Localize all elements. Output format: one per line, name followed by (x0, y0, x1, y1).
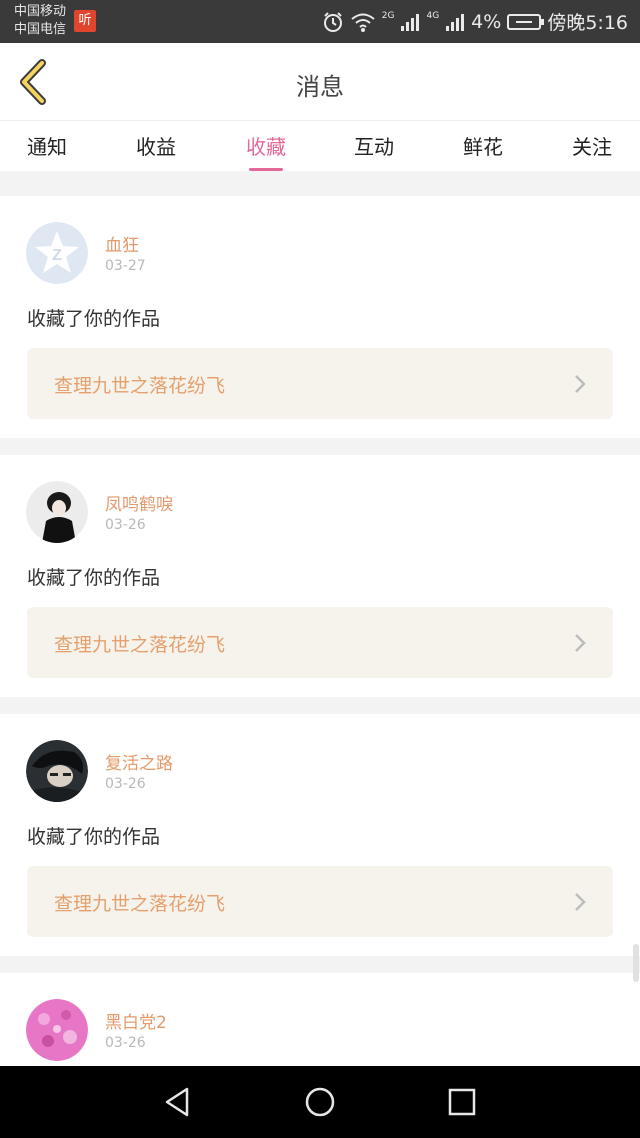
carrier-labels: 中国移动 中国电信 (14, 3, 66, 39)
timestamp: 03-27 (105, 258, 146, 274)
pink-pattern-avatar-icon (26, 999, 88, 1061)
avatar[interactable]: Z (26, 222, 88, 284)
battery-percent: 4% (471, 10, 502, 33)
page-title: 消息 (296, 73, 344, 101)
net-4g-label: 4G (426, 10, 440, 21)
chevron-right-icon (575, 634, 586, 652)
system-nav-bar (0, 1066, 640, 1138)
work-title: 查理九世之落花纷飞 (54, 893, 226, 915)
action-text: 收藏了你的作品 (27, 567, 161, 589)
username[interactable]: 复活之路 (105, 749, 173, 774)
avatar[interactable] (26, 481, 88, 543)
alarm-icon (323, 11, 342, 32)
chevron-right-icon (575, 893, 586, 911)
status-bar: 中国移动 中国电信 听 2G 4G 4% 傍晚5:16 (0, 0, 640, 43)
active-tab-indicator (249, 168, 283, 171)
net-2g-label: 2G (381, 10, 395, 21)
tab-notifications[interactable]: 通知 (7, 131, 87, 160)
clock: 傍晚5:16 (547, 12, 628, 34)
tab-favorites[interactable]: 收藏 (226, 131, 306, 160)
svg-text:Z: Z (52, 247, 62, 264)
nav-back-icon[interactable] (160, 1084, 196, 1120)
work-link[interactable]: 查理九世之落花纷飞 (27, 607, 613, 678)
tab-flowers[interactable]: 鲜花 (443, 131, 523, 160)
tab-earnings[interactable]: 收益 (116, 131, 196, 160)
battery-icon (507, 13, 545, 30)
list-item: Z 血狂 03-27 收藏了你的作品 查理九世之落花纷飞 (0, 196, 640, 438)
carrier-1: 中国移动 (14, 4, 67, 19)
action-text: 收藏了你的作品 (27, 826, 161, 848)
username[interactable]: 黑白党2 (105, 1008, 167, 1033)
tab-interactions[interactable]: 互动 (334, 131, 414, 160)
avatar[interactable] (26, 999, 88, 1061)
list-item: 复活之路 03-26 收藏了你的作品 查理九世之落花纷飞 (0, 714, 640, 956)
listen-app-icon: 听 (74, 10, 96, 32)
username[interactable]: 血狂 (105, 231, 139, 256)
chevron-right-icon (575, 375, 586, 393)
work-title: 查理九世之落花纷飞 (54, 375, 226, 397)
carrier-2: 中国电信 (14, 22, 67, 37)
anime-avatar-icon (26, 740, 88, 802)
timestamp: 03-26 (105, 776, 146, 792)
nav-recents-icon[interactable] (444, 1084, 480, 1120)
timestamp: 03-26 (105, 517, 146, 533)
work-link[interactable]: 查理九世之落花纷飞 (27, 348, 613, 419)
wifi-icon (351, 13, 375, 32)
timestamp: 03-26 (105, 1035, 146, 1051)
app-header: 消息 (0, 43, 640, 121)
nav-home-icon[interactable] (302, 1084, 338, 1120)
action-text: 收藏了你的作品 (27, 308, 161, 330)
signal-icon (401, 13, 420, 31)
work-title: 查理九世之落花纷飞 (54, 634, 226, 656)
tab-bar: 通知 收益 收藏 互动 鲜花 关注 (0, 121, 640, 171)
tab-follows[interactable]: 关注 (552, 131, 632, 160)
list-item: 黑白党2 03-26 (0, 973, 640, 1066)
status-icons: 2G 4G 4% 傍晚5:16 (322, 0, 628, 43)
username[interactable]: 凤鸣鹤唳 (105, 490, 173, 515)
user-photo-avatar-icon (26, 481, 88, 543)
signal-icon-2 (446, 13, 465, 31)
work-link[interactable]: 查理九世之落花纷飞 (27, 866, 613, 937)
scrollbar[interactable] (633, 944, 639, 982)
avatar[interactable] (26, 740, 88, 802)
list-item: 凤鸣鹤唳 03-26 收藏了你的作品 查理九世之落花纷飞 (0, 455, 640, 697)
qq-default-avatar-icon: Z (26, 222, 88, 284)
